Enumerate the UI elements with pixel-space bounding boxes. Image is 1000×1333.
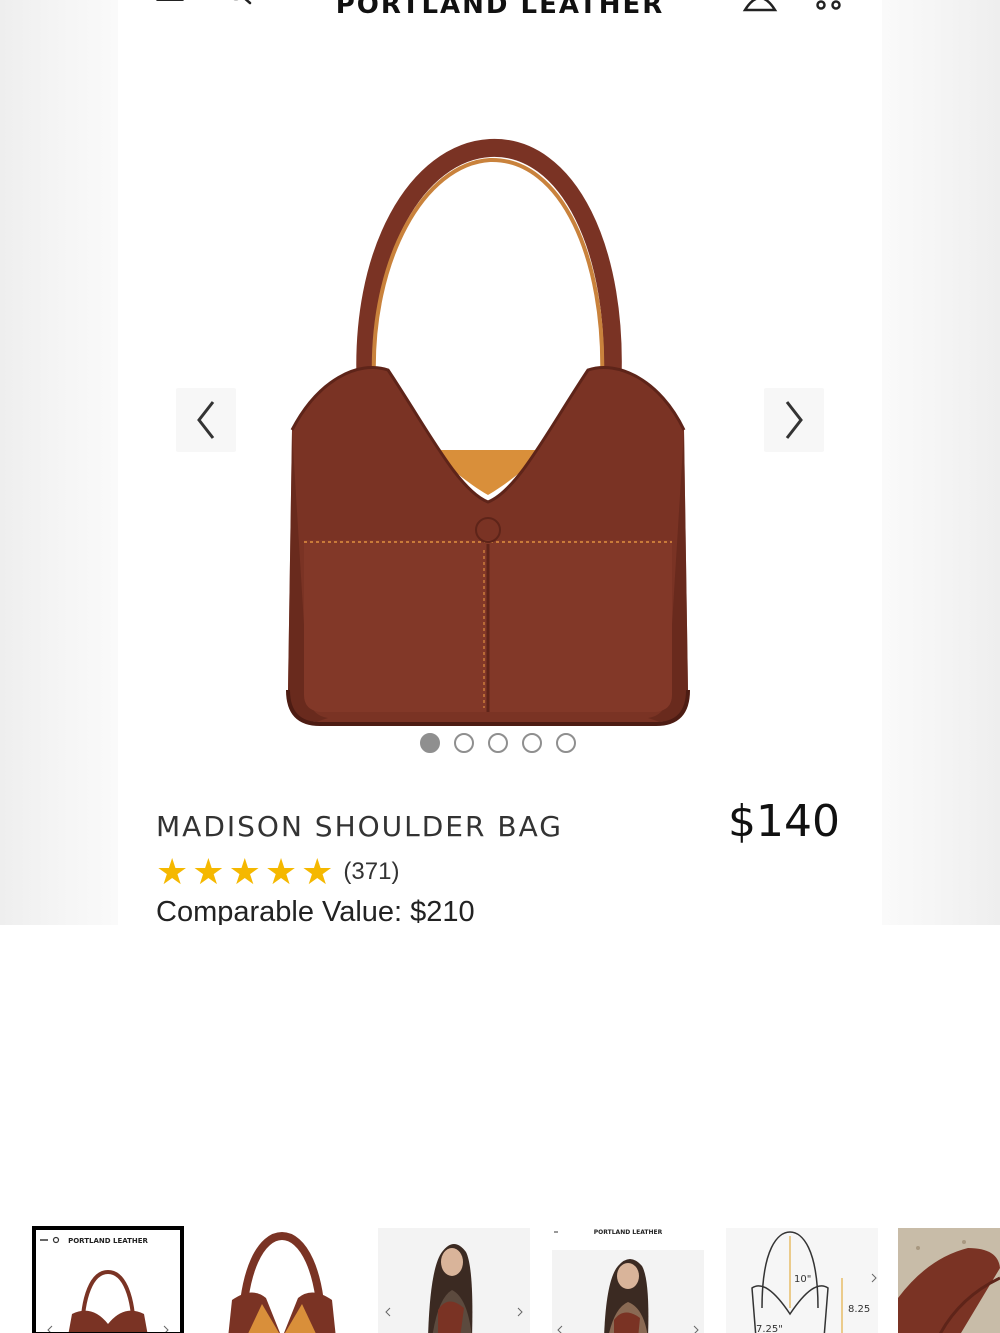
width-dimension: 7.25" — [756, 1324, 783, 1333]
header-bar: PORTLAND LEATHER — [118, 0, 882, 20]
product-rating[interactable]: ★ ★ ★ ★ ★ (371) — [156, 854, 399, 890]
pagination-dot-1[interactable] — [420, 733, 440, 753]
thumbnail-3[interactable] — [378, 1228, 530, 1333]
star-icon: ★ — [228, 851, 261, 892]
thumbnail-strip: PORTLAND LEATHER PORTLAND LEATHER 10" 8.… — [0, 1222, 1000, 1333]
model-thumbnail-image — [378, 1228, 530, 1333]
thumbnail-6[interactable] — [898, 1228, 1000, 1333]
cart-icon[interactable] — [810, 0, 846, 12]
pagination-dot-2[interactable] — [454, 733, 474, 753]
background-left — [0, 0, 118, 925]
thumbnail-4[interactable]: PORTLAND LEATHER — [552, 1228, 704, 1333]
dimensions-thumbnail-image: 10" 8.25 7.25" — [726, 1228, 878, 1333]
height-dimension: 10" — [794, 1274, 811, 1285]
product-title: MADISON SHOULDER BAG — [156, 810, 563, 843]
carousel-next-button[interactable] — [764, 388, 824, 452]
thumbnail-5[interactable]: 10" 8.25 7.25" — [726, 1228, 878, 1333]
chevron-left-icon — [197, 401, 215, 439]
screenshot-thumbnail-image: PORTLAND LEATHER — [40, 1236, 169, 1333]
model-screenshot-thumbnail-image: PORTLAND LEATHER — [552, 1229, 704, 1333]
texture-thumbnail-image — [898, 1228, 1000, 1333]
star-icon: ★ — [264, 851, 298, 892]
pagination-dot-4[interactable] — [522, 733, 542, 753]
carousel-pagination — [420, 733, 576, 753]
star-icon: ★ — [156, 851, 189, 892]
review-count[interactable]: (371) — [343, 858, 399, 886]
depth-dimension: 8.25 — [848, 1304, 870, 1315]
thumbnail-brand-text: PORTLAND LEATHER — [68, 1237, 148, 1245]
comparable-value: Comparable Value: $210 — [156, 896, 475, 925]
product-price: $140 — [728, 796, 840, 847]
pagination-dot-3[interactable] — [488, 733, 508, 753]
chevron-right-icon — [785, 401, 803, 439]
thumbnail-1[interactable]: PORTLAND LEATHER — [32, 1226, 184, 1333]
product-image — [286, 138, 690, 726]
thumbnail-2[interactable] — [206, 1228, 358, 1333]
product-page: PORTLAND LEATHER MADISON SHOULDER BAG $1… — [118, 0, 882, 925]
account-icon[interactable] — [742, 0, 778, 12]
star-icon: ★ — [301, 851, 334, 892]
product-image-carousel[interactable] — [118, 90, 882, 730]
thumbnail-brand-text: PORTLAND LEATHER — [594, 1229, 663, 1236]
background-right — [882, 0, 1000, 925]
bag-closeup-thumbnail-image — [228, 1231, 336, 1333]
star-icon: ★ — [192, 851, 225, 892]
pagination-dot-5[interactable] — [556, 733, 576, 753]
carousel-prev-button[interactable] — [176, 388, 236, 452]
